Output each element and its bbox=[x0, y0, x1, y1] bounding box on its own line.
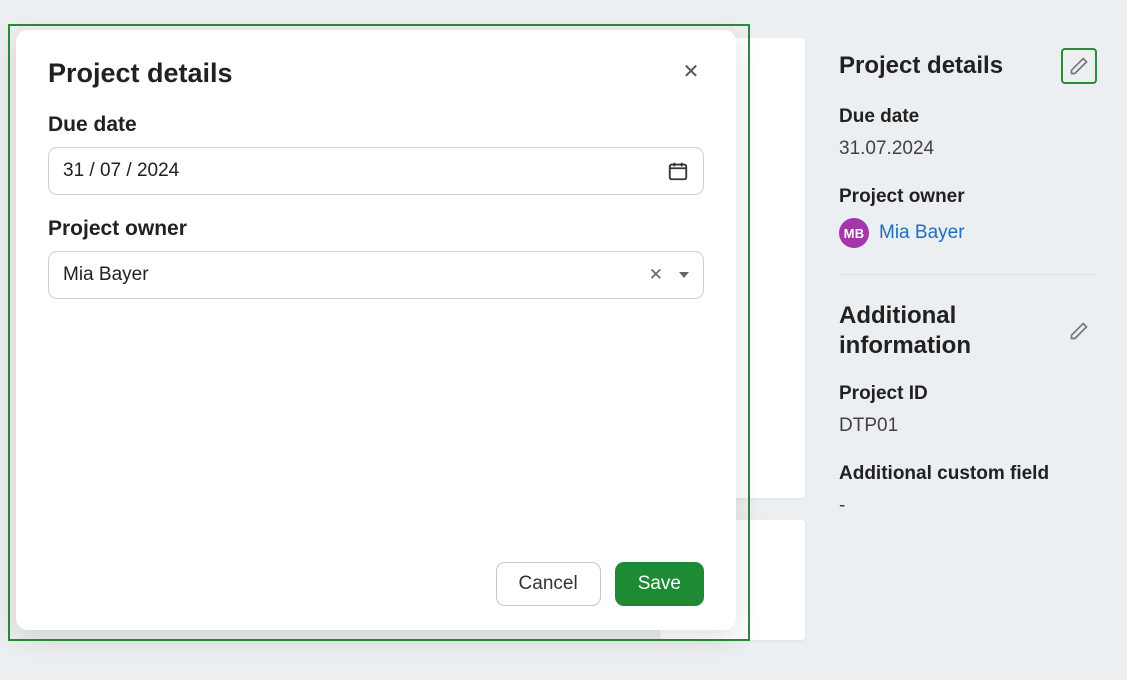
project-id-label: Project ID bbox=[839, 383, 1097, 405]
project-details-header: Project details bbox=[839, 48, 1097, 84]
project-sidebar: Project details Due date 31.07.2024 Proj… bbox=[839, 48, 1097, 543]
due-date-input-value: 31 / 07 / 2024 bbox=[63, 160, 179, 182]
pencil-icon bbox=[1069, 56, 1089, 76]
cancel-button[interactable]: Cancel bbox=[496, 562, 601, 606]
due-date-value: 31.07.2024 bbox=[839, 138, 1097, 160]
dialog-highlight-box: ✕ Project details Due date 31 / 07 / 202… bbox=[8, 24, 750, 641]
pencil-icon bbox=[1069, 321, 1089, 341]
project-details-dialog: ✕ Project details Due date 31 / 07 / 202… bbox=[16, 30, 736, 630]
close-icon: ✕ bbox=[683, 59, 700, 84]
owner-select[interactable]: Mia Bayer ✕ bbox=[48, 251, 704, 299]
custom-field-value: - bbox=[839, 495, 1097, 517]
clear-owner-icon[interactable]: ✕ bbox=[649, 265, 663, 285]
divider bbox=[839, 274, 1097, 275]
owner-input-label: Project owner bbox=[48, 217, 704, 241]
owner-link[interactable]: Mia Bayer bbox=[879, 222, 965, 244]
due-date-input-label: Due date bbox=[48, 113, 704, 137]
edit-project-details-button[interactable] bbox=[1061, 48, 1097, 84]
chevron-down-icon[interactable] bbox=[679, 272, 689, 278]
due-date-input[interactable]: 31 / 07 / 2024 bbox=[48, 147, 704, 195]
dialog-title: Project details bbox=[48, 58, 704, 89]
custom-field-label: Additional custom field bbox=[839, 463, 1097, 485]
due-date-label: Due date bbox=[839, 106, 1097, 128]
owner-row: MB Mia Bayer bbox=[839, 218, 1097, 248]
dialog-footer: Cancel Save bbox=[48, 562, 704, 606]
additional-info-header: Additional information bbox=[839, 301, 1097, 361]
avatar: MB bbox=[839, 218, 869, 248]
project-id-value: DTP01 bbox=[839, 415, 1097, 437]
close-dialog-button[interactable]: ✕ bbox=[674, 54, 708, 88]
additional-info-title: Additional information bbox=[839, 301, 1009, 361]
save-button[interactable]: Save bbox=[615, 562, 704, 606]
owner-select-value: Mia Bayer bbox=[63, 264, 149, 286]
project-details-title: Project details bbox=[839, 51, 1003, 81]
owner-label: Project owner bbox=[839, 186, 1097, 208]
edit-additional-info-button[interactable] bbox=[1061, 313, 1097, 349]
calendar-icon[interactable] bbox=[667, 160, 689, 182]
